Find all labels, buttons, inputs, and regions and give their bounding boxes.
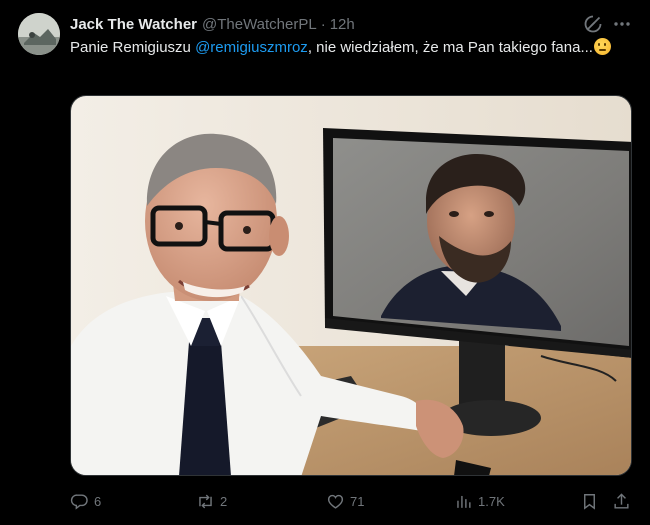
like-count: 71 [350,493,365,509]
mention-link[interactable]: @remigiuszmroz [195,39,308,56]
repost-button[interactable]: 2 [196,488,227,514]
repost-count: 2 [220,493,228,509]
heart-icon [327,494,344,509]
share-icon [614,492,629,509]
reply-count: 6 [94,493,102,509]
tweet-photo[interactable] [70,95,632,476]
separator-dot: · [320,15,326,33]
reply-icon [70,493,88,510]
avatar[interactable] [18,13,60,55]
views-button[interactable]: 1.7K [454,488,505,514]
repost-icon [199,494,212,508]
grok-icon[interactable] [583,14,603,34]
thinking-face-emoji-icon [593,38,611,55]
tweet-header: Jack The Watcher @TheWatcherPL · 12h [70,14,630,34]
views-count: 1.7K [478,493,505,509]
tweet-text-suffix: , nie wiedziałem, że ma Pan takiego fana… [307,39,593,56]
user-handle[interactable]: @TheWatcherPL [202,16,317,33]
share-button[interactable] [612,488,631,514]
views-bar-icon [457,495,471,508]
timestamp[interactable]: 12h [330,16,355,33]
bookmark-button[interactable] [580,488,599,514]
tweet-text-prefix: Panie Remigiuszu [70,39,196,56]
more-dots-icon[interactable] [612,14,632,34]
display-name[interactable]: Jack The Watcher [70,16,197,33]
action-bar: 6 2 71 1.7K [70,488,632,514]
reply-button[interactable]: 6 [70,488,101,514]
bookmark-icon [584,493,595,510]
like-button[interactable]: 71 [326,488,364,514]
tweet-text: Panie Remigiuszu @remigiuszmroz, nie wie… [70,38,630,58]
tweet[interactable]: Jack The Watcher @TheWatcherPL · 12h Pan… [0,0,650,525]
